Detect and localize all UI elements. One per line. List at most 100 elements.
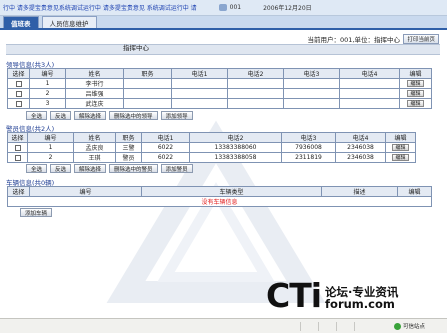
current-date: 2006年12月20日 — [263, 5, 312, 12]
row-checkbox[interactable] — [14, 144, 21, 151]
col-number: 编号 — [29, 68, 66, 79]
col-tel2: 电话2 — [189, 132, 282, 143]
delete-selected-police-button[interactable]: 删除选中的警员 — [109, 164, 158, 173]
col-tel4: 电话4 — [339, 68, 400, 79]
cell-name: 孟庆良 — [73, 142, 116, 153]
row-checkbox[interactable] — [15, 80, 22, 87]
cti-logo-text: CTi — [266, 276, 322, 315]
scrolling-notice-bar: 行中 请多提宝贵意见系统调试运行中 请多提宝贵意见 系统调试运行中 请 001 … — [0, 0, 447, 16]
cell-tel2 — [227, 78, 284, 89]
tab-duty-roster[interactable]: 值班表 — [3, 16, 39, 28]
cell-name: 王琪 — [73, 152, 116, 163]
col-name: 姓名 — [65, 68, 124, 79]
cell-tel3 — [283, 78, 340, 89]
table-row: 1 孟庆良 三警 6022 13383388060 7936008 234603… — [7, 142, 416, 153]
police-clear-selection-button[interactable]: 解除选择 — [74, 164, 107, 173]
add-police-button[interactable]: 添加警员 — [160, 164, 193, 173]
col-select: 选择 — [7, 186, 30, 197]
print-page-button[interactable]: 打印当前页 — [403, 34, 439, 44]
table-row: 2 吕维强 编辑 — [7, 88, 432, 99]
status-divider — [354, 322, 355, 331]
cell-tel3: 7936008 — [281, 142, 336, 153]
cell-number: 2 — [29, 88, 66, 99]
unit-title: 指挥中心 — [123, 44, 149, 52]
browser-status-bar: 可信站点 — [0, 318, 447, 333]
leaders-select-all-button[interactable]: 全选 — [26, 111, 48, 120]
cell-tel1 — [171, 78, 228, 89]
table-row: 3 武连庆 编辑 — [7, 98, 432, 109]
notice-text: 行中 请多提宝贵意见系统调试运行中 请多提宝贵意见 系统调试运行中 请 — [3, 5, 197, 12]
cell-tel2: 13383388060 — [189, 142, 282, 153]
cell-tel4: 2346038 — [335, 152, 386, 163]
edit-button[interactable]: 编辑 — [392, 144, 409, 151]
col-edit: 编辑 — [385, 132, 416, 143]
col-tel2: 电话2 — [227, 68, 284, 79]
add-vehicle-button[interactable]: 添加车辆 — [20, 208, 53, 217]
col-tel1: 电话1 — [141, 132, 190, 143]
col-position: 职务 — [123, 68, 172, 79]
cell-name: 李书行 — [65, 78, 124, 89]
police-table: 选择 编号 姓名 职务 电话1 电话2 电话3 电话4 编辑 1 孟庆良 三警 … — [7, 132, 416, 163]
edit-button[interactable]: 编辑 — [407, 80, 424, 87]
row-checkbox[interactable] — [15, 100, 22, 107]
leaders-clear-selection-button[interactable]: 解除选择 — [74, 111, 107, 120]
edit-button[interactable]: 编辑 — [392, 154, 409, 161]
cell-tel1: 6022 — [141, 142, 190, 153]
user-icon — [218, 4, 227, 11]
leaders-invert-selection-button[interactable]: 反选 — [50, 111, 72, 120]
cell-tel3: 2311819 — [281, 152, 336, 163]
vehicles-table: 选择 编号 车辆类型 描述 编辑 没有车辆信息 — [7, 186, 432, 207]
leaders-header-row: 选择 编号 姓名 职务 电话1 电话2 电话3 电话4 编辑 — [7, 68, 432, 79]
cell-tel1 — [171, 98, 228, 109]
leaders-button-row: 全选 反选 解除选择 删除选中的领导 添加领导 — [26, 111, 193, 120]
vehicles-header-row: 选择 编号 车辆类型 描述 编辑 — [7, 186, 432, 197]
delete-selected-leaders-button[interactable]: 删除选中的领导 — [109, 111, 158, 120]
cell-tel4 — [339, 98, 400, 109]
user-indicator: 001 — [218, 4, 242, 11]
cell-tel2: 13383388058 — [189, 152, 282, 163]
police-invert-selection-button[interactable]: 反选 — [50, 164, 72, 173]
leaders-table: 选择 编号 姓名 职务 电话1 电话2 电话3 电话4 编辑 1 李书行 编辑 … — [7, 68, 432, 109]
col-tel3: 电话3 — [283, 68, 340, 79]
edit-button[interactable]: 编辑 — [407, 100, 424, 107]
status-divider — [318, 322, 319, 331]
cell-position — [123, 88, 172, 99]
police-header-row: 选择 编号 姓名 职务 电话1 电话2 电话3 电话4 编辑 — [7, 132, 416, 143]
status-divider — [300, 322, 301, 331]
trusted-site-label: 可信站点 — [402, 324, 425, 330]
col-select: 选择 — [7, 132, 28, 143]
cell-position: 警员 — [115, 152, 142, 163]
col-position: 职务 — [115, 132, 142, 143]
table-row: 2 王琪 警员 6022 13383388058 2311819 2346038… — [7, 152, 416, 163]
cell-name: 武连庆 — [65, 98, 124, 109]
col-number: 编号 — [27, 132, 74, 143]
edit-button[interactable]: 编辑 — [407, 90, 424, 97]
col-tel4: 电话4 — [335, 132, 386, 143]
col-tel1: 电话1 — [171, 68, 228, 79]
tab-personnel-maintenance[interactable]: 人员信息维护 — [41, 16, 97, 28]
police-select-all-button[interactable]: 全选 — [26, 164, 48, 173]
cell-tel2 — [227, 88, 284, 99]
cell-position — [123, 78, 172, 89]
col-edit: 编辑 — [397, 186, 432, 197]
cell-tel4 — [339, 88, 400, 99]
police-button-row: 全选 反选 解除选择 删除选中的警员 添加警员 — [26, 164, 193, 173]
row-checkbox[interactable] — [14, 154, 21, 161]
col-description: 描述 — [321, 186, 398, 197]
cell-tel1: 6022 — [141, 152, 190, 163]
col-number: 编号 — [29, 186, 142, 197]
empty-vehicles-message: 没有车辆信息 — [7, 196, 432, 207]
user-id: 001 — [229, 4, 242, 11]
cell-tel2 — [227, 98, 284, 109]
main-content: 当前用户：001,单位：指挥中心 打印当前页 指挥中心 领导信息(共3人) 选择… — [6, 32, 440, 303]
tab-bar: 值班表 人员信息维护 — [0, 16, 447, 30]
cell-number: 2 — [27, 152, 74, 163]
col-select: 选择 — [7, 68, 30, 79]
row-checkbox[interactable] — [15, 90, 22, 97]
add-leader-button[interactable]: 添加领导 — [160, 111, 193, 120]
vehicles-button-row: 添加车辆 — [20, 208, 53, 217]
cell-tel4 — [339, 78, 400, 89]
table-row: 1 李书行 编辑 — [7, 78, 432, 89]
security-zone: 可信站点 — [393, 322, 425, 330]
current-user-info: 当前用户：001,单位：指挥中心 — [307, 36, 400, 44]
